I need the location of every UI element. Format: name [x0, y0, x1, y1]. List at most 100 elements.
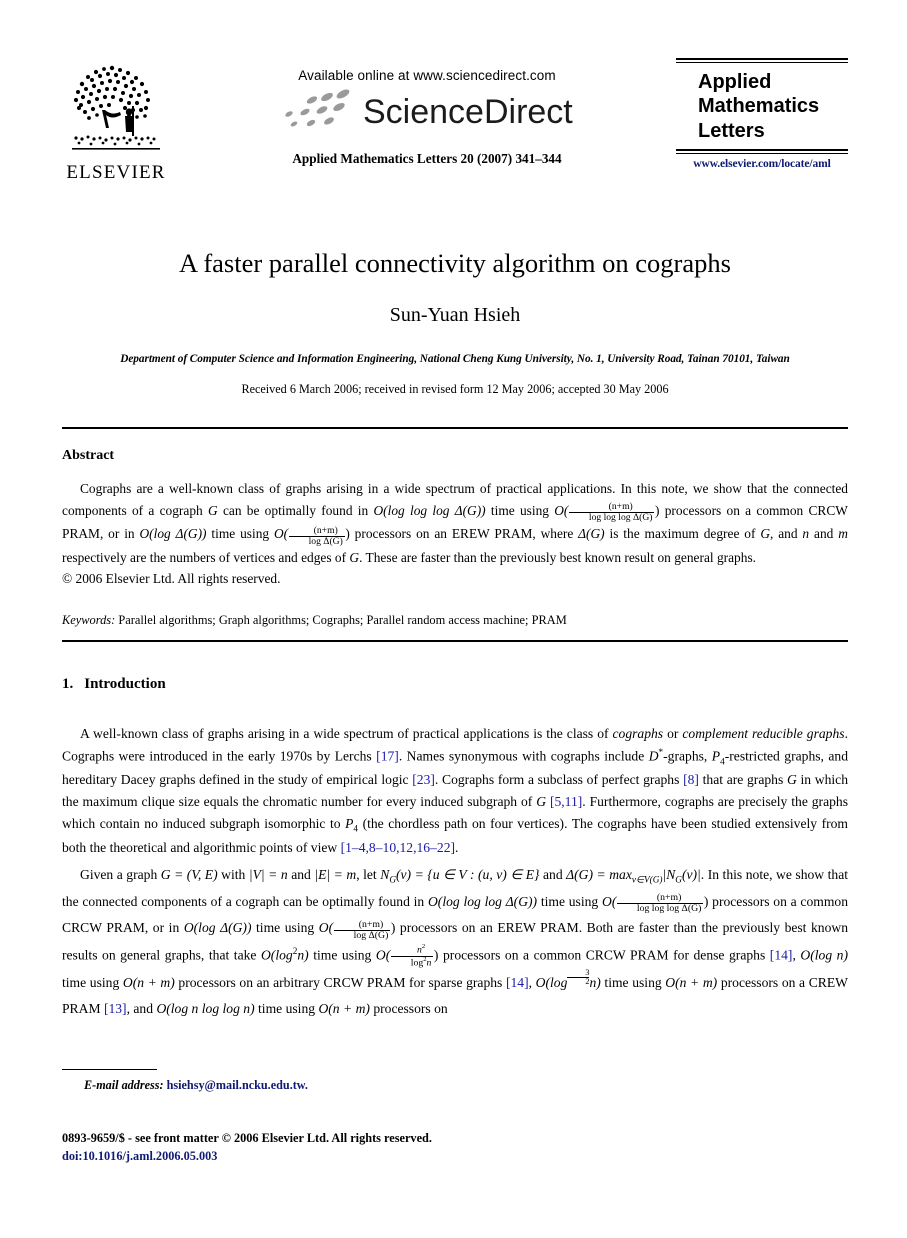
p2-t5: and [542, 867, 563, 882]
email-label: E-mail address: [84, 1078, 164, 1092]
title-block: A faster parallel connectivity algorithm… [62, 248, 848, 397]
p2-t15: processors on an arbitrary CRCW PRAM for… [178, 974, 503, 990]
page-title: A faster parallel connectivity algorithm… [179, 248, 731, 278]
p2-t16: , [528, 974, 533, 990]
p2-math-E-m: |E| = m [314, 867, 357, 882]
p2-t20: time using [258, 1001, 316, 1017]
citation-14-b[interactable]: [14] [506, 975, 529, 990]
journal-citation: Applied Mathematics Letters 20 (2007) 34… [292, 151, 562, 166]
footnote-email: E-mail address: hsiehsy@mail.ncku.edu.tw… [62, 1078, 662, 1093]
abstract-body: Cographs are a well-known class of graph… [62, 478, 848, 590]
abstract-paragraph: Cographs are a well-known class of graph… [62, 478, 848, 568]
abstract-text-3c: processors on an EREW PRAM, where [354, 526, 574, 542]
p2-fraction-erew-denominator: log Δ(G) [353, 929, 389, 941]
citation-17[interactable]: [17] [376, 749, 399, 764]
p2-exponent-denominator: 2 [585, 976, 590, 986]
p2-t17: time using [604, 974, 662, 990]
p2-t21: processors on [373, 1001, 448, 1017]
journal-title: Applied Mathematics Letters [676, 63, 848, 149]
p2-math-absN-rest: (v)| [681, 867, 701, 882]
p1-t4: . Names synonymous with cographs include [398, 748, 645, 764]
abstract-text-1: Cographs are a well-known class of graph… [80, 481, 789, 496]
abstract-text-4a: maximum degree of [644, 526, 756, 542]
introduction-body: A well-known class of graphs arising in … [62, 723, 848, 1023]
citation-14-a[interactable]: [14] [770, 947, 793, 962]
journal-url-link[interactable]: www.elsevier.com/locate/aml [676, 158, 848, 170]
abstract-text-5: best known result on general graphs. [559, 549, 757, 565]
p2-fraction-erew: (n+m) log Δ(G) [333, 919, 391, 942]
p1-t1: A well-known class of graphs arising in … [80, 726, 609, 741]
abstract-delta-G: Δ(G) [578, 526, 605, 542]
abstract-bottom-rule [62, 640, 848, 642]
citation-range-list[interactable]: [1–4,8–10,12,16–22] [341, 840, 455, 855]
issn-front-matter: 0893-9659/$ - see front matter © 2006 El… [62, 1131, 432, 1145]
abstract-paren-1: ) [654, 502, 660, 518]
p1-t7: . Cographs form a subclass of perfect gr… [434, 772, 680, 788]
citation-8[interactable]: [8] [683, 772, 699, 787]
section-title: Introduction [84, 676, 166, 692]
abstract-var-G-2: G [760, 526, 770, 542]
p2-bigO-3: O( [375, 947, 391, 963]
abstract-time-erew: O(log Δ(G)) [139, 526, 207, 542]
citation-5-11[interactable]: [5,11] [550, 794, 582, 809]
p2-exponent-three-halves: 32 [567, 968, 590, 986]
journal-title-box: Applied Mathematics Letters www.elsevier… [676, 58, 848, 170]
p2-fraction-dense-numerator: n2 [390, 943, 434, 957]
p2-t4: , let [356, 867, 377, 882]
abstract-bigO-1: O( [554, 502, 569, 518]
abstract-text-2b: can be optimally found in [222, 502, 369, 518]
abstract-var-m: m [838, 526, 848, 542]
section-heading-introduction: 1. Introduction [62, 676, 166, 693]
sciencedirect-block: Available online at www.sciencedirect.co… [212, 68, 642, 167]
p2-frac-n-sup: 2 [421, 943, 426, 951]
p2-paren-1: ) [703, 893, 709, 909]
p2-bigO-2: O( [318, 920, 334, 936]
p2-t11: time using [313, 947, 372, 963]
p2-t9: time using [256, 920, 315, 936]
p2-t12: processors on a common CRCW PRAM for den… [443, 947, 766, 963]
p2-math-V-n: |V| = n [248, 867, 288, 882]
abstract-text-2c: time using [490, 502, 549, 518]
article-history: Received 6 March 2006; received in revis… [241, 381, 669, 396]
p2-t14: time using [62, 974, 120, 990]
abstract-paren-2: ) [345, 526, 350, 542]
journal-title-line-3: Letters [698, 119, 765, 142]
abstract-text-4b: , and [769, 526, 798, 542]
svg-text:ScienceDirect: ScienceDirect [363, 93, 573, 131]
abstract-bigO-2: O( [273, 526, 289, 542]
abstract-time-crcw: O(log log log Δ(G)) [373, 502, 486, 518]
email-link[interactable]: hsiehsy@mail.ncku.edu.tw. [167, 1078, 308, 1092]
elsevier-logo: ELSEVIER [62, 60, 170, 183]
intro-paragraph-2: Given a graph G = (V, E) with |V| = n an… [62, 862, 848, 1023]
intro-paragraph-1: A well-known class of graphs arising in … [62, 723, 848, 859]
p1-math-P4-sub: 4 [353, 824, 359, 834]
p2-proc-nm-2: O(n + m) [665, 974, 718, 990]
p1-t2: or [667, 726, 679, 741]
affiliation: Department of Computer Science and Infor… [120, 352, 790, 365]
p2-math-N-rest: (v) = {u ∈ V : (u, v) ∈ E} [395, 867, 540, 882]
p2-fraction-dense-denominator: log2n [391, 956, 434, 969]
doi-link[interactable]: doi:10.1016/j.aml.2006.05.003 [62, 1148, 662, 1166]
p2-fraction-crcw: (n+m) log log log Δ(G) [616, 892, 704, 915]
keywords-label: Keywords: [62, 613, 116, 627]
p2-frac-log: log [410, 956, 424, 968]
p2-math-absN-sub: G [675, 874, 682, 885]
citation-13[interactable]: [13] [104, 1001, 127, 1016]
p1-math-G-2: G [536, 794, 547, 810]
abstract-fraction-erew-numerator: (n+m) [288, 525, 345, 537]
citation-23[interactable]: [23] [412, 772, 435, 787]
abstract-copyright: © 2006 Elsevier Ltd. All rights reserved… [62, 571, 281, 587]
abstract-text-4c: and [814, 526, 834, 542]
abstract-top-rule [62, 427, 848, 429]
abstract-section: Abstract Cographs are a well-known class… [62, 448, 848, 590]
sciencedirect-logo: ScienceDirect [212, 89, 642, 135]
abstract-fraction-crcw-denominator: log log log Δ(G) [588, 512, 653, 524]
p2-time-log32n-rest: n) [589, 974, 601, 990]
p1-em-complement-reducible: complement reducible graphs [682, 726, 845, 741]
abstract-fraction-erew-denominator: log Δ(G) [308, 535, 343, 547]
p2-math-delta-max: Δ(G) = max [566, 867, 632, 882]
journal-box-bottom-rule [676, 149, 848, 155]
abstract-var-G: G [208, 502, 218, 518]
p1-math-P: P [711, 748, 721, 764]
author-list: Sun-Yuan Hsieh [389, 303, 521, 326]
